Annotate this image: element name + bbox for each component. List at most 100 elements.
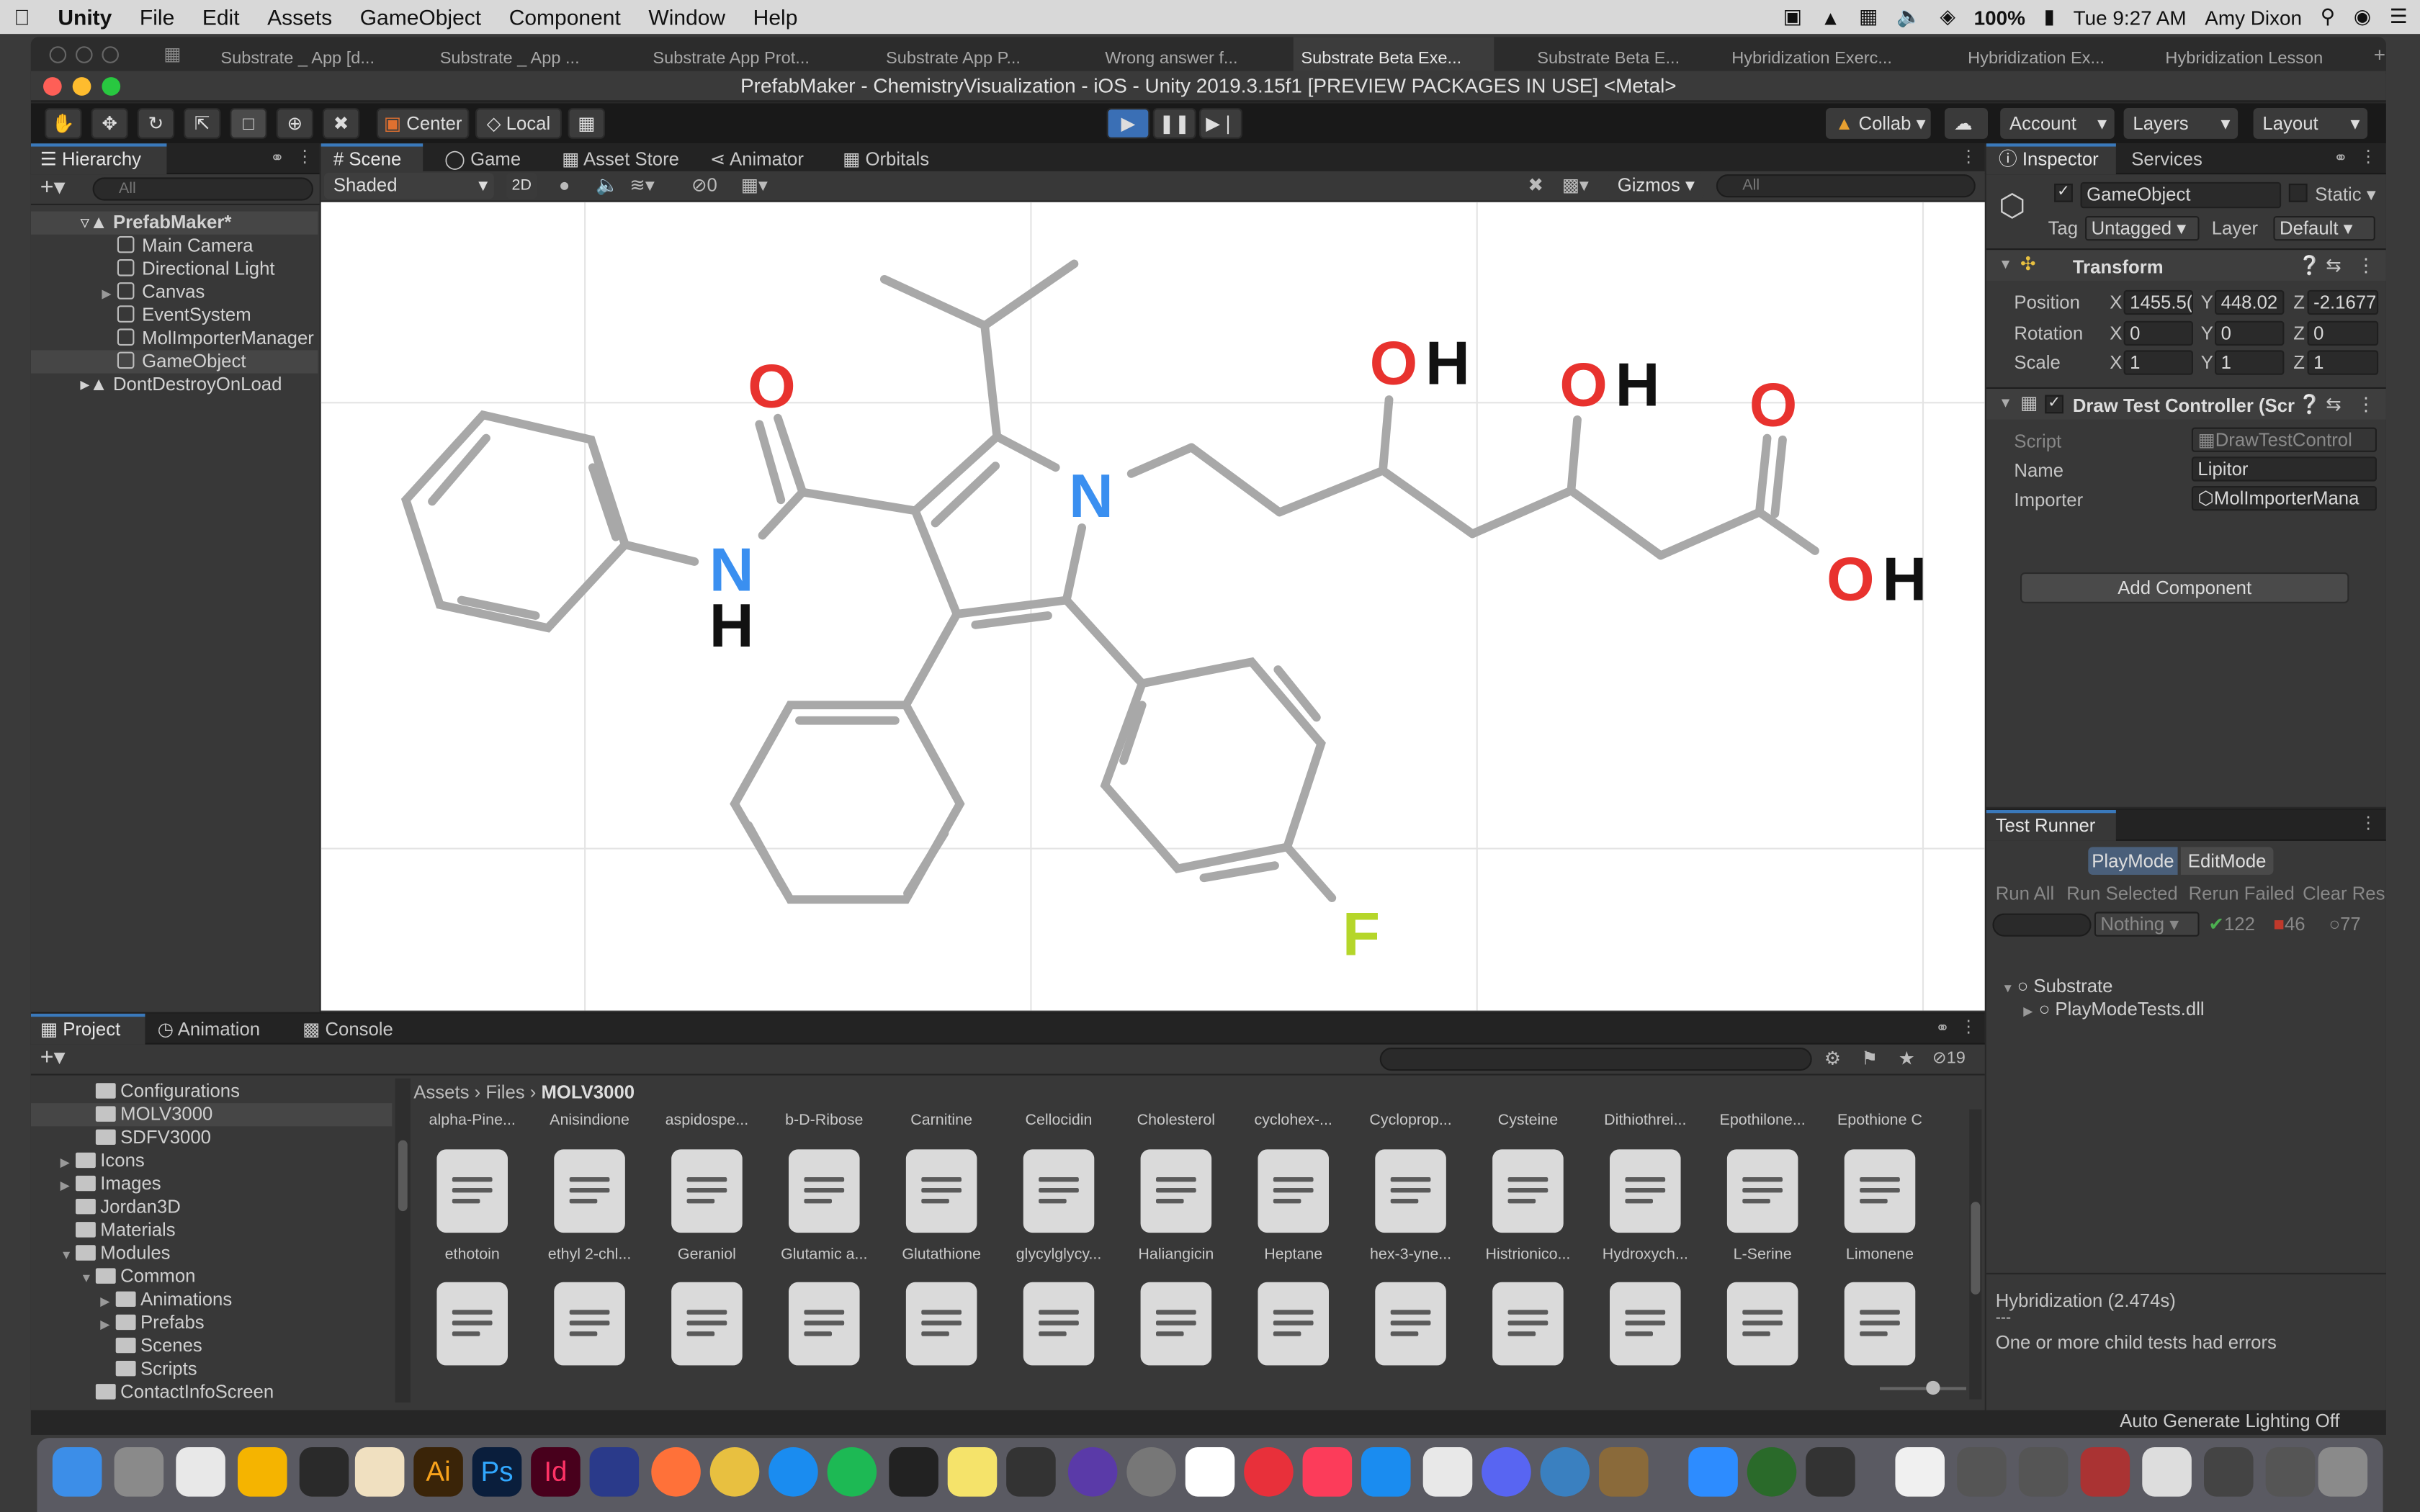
folder-tree-scroll-thumb[interactable] xyxy=(398,1140,408,1212)
name-field[interactable]: Lipitor xyxy=(2191,456,2377,482)
scale-y-field[interactable]: 1 xyxy=(2215,350,2285,375)
siri-dock-icon[interactable] xyxy=(1067,1446,1118,1497)
minimized-window-1[interactable] xyxy=(1957,1446,2007,1497)
panel-menu-icon[interactable]: ⋮ xyxy=(1960,147,1977,167)
chevron-down-icon[interactable]: ▼ xyxy=(80,1266,95,1290)
calendar-icon[interactable] xyxy=(1185,1446,1235,1497)
tab-scene[interactable]: # Scene xyxy=(321,143,424,175)
hierarchy-item-main-camera[interactable]: Main Camera xyxy=(31,235,318,258)
window-tab-1[interactable]: Substrate _ App [d... xyxy=(213,37,414,73)
mol-file-icon[interactable] xyxy=(1726,1149,1798,1233)
folder-item[interactable]: Scenes xyxy=(31,1335,392,1358)
run-all-button[interactable]: Run All xyxy=(1996,883,2054,904)
search-by-label-icon[interactable]: ⚑ xyxy=(1861,1048,1878,1069)
siri-icon[interactable]: ◉ xyxy=(2354,4,2371,29)
mol-file-icon[interactable] xyxy=(1844,1282,1916,1366)
mol-file-icon[interactable] xyxy=(1610,1282,1681,1366)
file-label[interactable]: Haliangicin xyxy=(1122,1246,1230,1264)
scene-visibility-icon[interactable]: ⊘0 xyxy=(691,174,717,196)
user-name[interactable]: Amy Dixon xyxy=(2205,6,2302,29)
trash-icon[interactable] xyxy=(2318,1446,2368,1497)
hierarchy-item-eventsystem[interactable]: EventSystem xyxy=(31,304,318,327)
lock-icon[interactable]: ⚭ xyxy=(270,148,284,168)
mol-file-icon[interactable] xyxy=(789,1282,860,1366)
lighting-toggle-icon[interactable]: ● xyxy=(559,174,570,196)
hierarchy-item-canvas[interactable]: ▶ Canvas xyxy=(31,281,318,304)
position-y-field[interactable]: 448.02 xyxy=(2215,289,2285,315)
file-label-prev-row[interactable]: Cellocidin xyxy=(1005,1112,1113,1130)
music-icon[interactable] xyxy=(1302,1446,1353,1497)
mol-file-icon[interactable] xyxy=(905,1282,977,1366)
file-label[interactable]: glycylglycy... xyxy=(1005,1246,1113,1264)
file-label-prev-row[interactable]: Cholesterol xyxy=(1122,1112,1230,1130)
folder-item[interactable]: ▶ Icons xyxy=(31,1149,392,1172)
file-label[interactable]: Heptane xyxy=(1240,1246,1348,1264)
static-dropdown[interactable]: Static ▾ xyxy=(2315,184,2375,205)
file-label-prev-row[interactable]: Dithiothrei... xyxy=(1591,1112,1699,1130)
file-label[interactable]: hex-3-yne... xyxy=(1357,1246,1465,1264)
hierarchy-item-directional-light[interactable]: Directional Light xyxy=(31,258,318,281)
custom-tool-icon[interactable]: ✖ xyxy=(322,108,360,139)
rotation-z-field[interactable]: 0 xyxy=(2307,320,2379,346)
shading-mode-dropdown[interactable]: Shaded ▾ xyxy=(324,173,494,199)
mol-file-icon[interactable] xyxy=(1258,1149,1329,1233)
tag-dropdown[interactable]: Untagged ▾ xyxy=(2085,216,2200,241)
unity-dock-icon[interactable] xyxy=(1806,1446,1855,1497)
create-plus-icon[interactable]: +▾ xyxy=(40,174,66,202)
chevron-right-icon[interactable]: ▶ xyxy=(100,1290,115,1313)
presets-icon[interactable]: ⇆ xyxy=(2326,393,2341,415)
mol-file-icon[interactable] xyxy=(1726,1282,1798,1366)
zoom-icon[interactable] xyxy=(1688,1446,1738,1497)
mol-file-icon[interactable] xyxy=(1023,1149,1095,1233)
icon-size-slider[interactable] xyxy=(1880,1380,1966,1395)
document-stack-icon[interactable] xyxy=(1895,1446,1945,1497)
file-label[interactable]: Glutathione xyxy=(887,1246,995,1264)
active-checkbox[interactable]: ✓ xyxy=(2054,183,2073,202)
add-component-button[interactable]: Add Component xyxy=(2020,572,2349,603)
lock-icon[interactable]: ⚭ xyxy=(1935,1018,1950,1038)
tab-orbitals[interactable]: ▦ Orbitals xyxy=(843,143,951,174)
pivot-local-button[interactable]: ◇ Local xyxy=(475,108,562,139)
app-store-icon[interactable] xyxy=(1361,1446,1411,1497)
file-label[interactable]: ethyl 2-chl... xyxy=(536,1246,644,1264)
hidden-packages-icon[interactable]: ⊘19 xyxy=(1932,1048,1966,1068)
test-search-input[interactable] xyxy=(1992,913,2092,937)
menu-file[interactable]: File xyxy=(126,4,189,29)
folder-item[interactable]: Scripts xyxy=(31,1358,392,1381)
breadcrumb-files[interactable]: Files xyxy=(485,1081,524,1103)
icon-size-slider-thumb[interactable] xyxy=(1926,1380,1940,1395)
notes-icon[interactable] xyxy=(947,1446,998,1497)
gizmos-dropdown[interactable]: Gizmos ▾ xyxy=(1608,173,1704,199)
menu-edit[interactable]: Edit xyxy=(189,4,254,29)
pause-button[interactable]: ❚❚ xyxy=(1152,108,1196,139)
photo-booth-icon[interactable] xyxy=(1006,1446,1056,1497)
grid-snap-icon[interactable]: ▦ xyxy=(568,108,605,139)
passed-count[interactable]: ✔122 xyxy=(2208,914,2254,935)
launchpad-icon[interactable] xyxy=(1126,1446,1176,1497)
minimized-window-5[interactable] xyxy=(2204,1446,2254,1497)
folder-item[interactable]: ▼ Modules xyxy=(31,1242,392,1265)
step-button[interactable]: ▶❘ xyxy=(1199,108,1242,139)
file-label-prev-row[interactable]: Anisindione xyxy=(536,1112,644,1130)
chevron-down-icon[interactable]: ▼ xyxy=(60,1243,76,1266)
minimized-window-2[interactable] xyxy=(2018,1446,2069,1497)
rect-tool-icon[interactable]: □ xyxy=(230,108,267,139)
layer-dropdown[interactable]: Default ▾ xyxy=(2273,216,2375,241)
unity-hub-icon[interactable] xyxy=(889,1446,938,1497)
file-grid-scroll-thumb[interactable] xyxy=(1971,1202,1981,1295)
mol-file-icon[interactable] xyxy=(1492,1282,1564,1366)
new-tab-icon[interactable]: + xyxy=(2374,43,2385,66)
battery-icon[interactable]: ▮ xyxy=(2044,4,2055,29)
chevron-right-icon[interactable]: ▶ xyxy=(100,1313,115,1336)
foldout-arrow-icon[interactable]: ▼ xyxy=(1999,256,2012,271)
twitch-icon[interactable]: ▦ xyxy=(1859,4,1878,29)
apple-icon[interactable]:  xyxy=(0,4,44,29)
folder-item[interactable]: SDFV3000 xyxy=(31,1126,392,1149)
mol-file-icon[interactable] xyxy=(554,1149,625,1233)
chevron-right-icon[interactable]: ▶ xyxy=(60,1151,76,1174)
test-tree-substrate[interactable]: ▼ ○ Substrate xyxy=(2002,975,2112,998)
tab-animation[interactable]: ◷ Animation xyxy=(158,1014,287,1045)
mol-file-icon[interactable] xyxy=(1023,1282,1095,1366)
folder-tree-scrollbar[interactable] xyxy=(395,1078,411,1403)
file-label-prev-row[interactable]: cyclohex-... xyxy=(1240,1112,1348,1130)
